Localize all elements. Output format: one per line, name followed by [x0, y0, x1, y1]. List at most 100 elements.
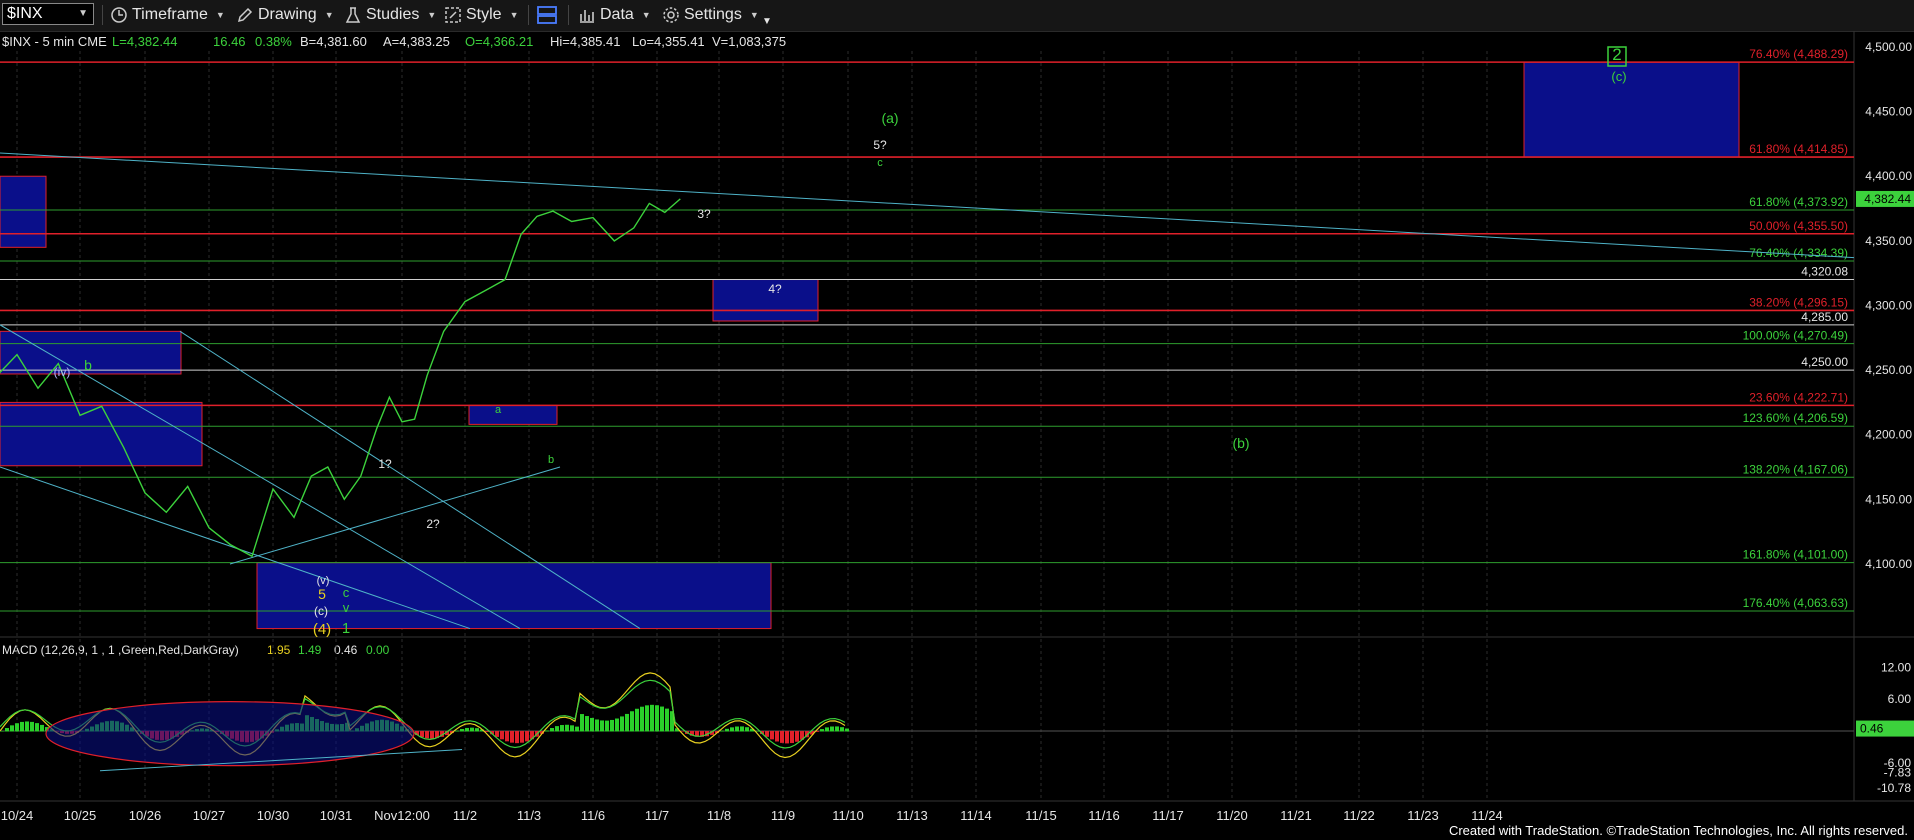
settings-button[interactable]: Settings ▼ [662, 4, 759, 26]
flask-icon [345, 7, 361, 23]
wave-label: 5? [873, 138, 887, 152]
more-options-icon[interactable]: ▼ [762, 10, 772, 32]
macd-histogram-bar [525, 731, 529, 742]
macd-histogram-bar [475, 728, 479, 732]
macd-histogram-bar [495, 731, 499, 737]
macd-histogram-bar [665, 708, 669, 732]
toolbar-divider [102, 5, 103, 25]
data-button[interactable]: Data ▼ [578, 4, 651, 26]
macd-signal-value: 1.49 [298, 643, 322, 657]
wave-label: (iv) [54, 365, 71, 379]
high-price: Hi=4,385.41 [550, 34, 620, 49]
chevron-down-icon: ▼ [215, 10, 225, 20]
wave-label: 5 [318, 586, 326, 602]
macd-histogram-bar [455, 730, 459, 732]
macd-histogram-bar [770, 731, 774, 740]
macd-histogram-bar [515, 731, 519, 744]
time-axis-label: 11/16 [1088, 808, 1120, 823]
macd-histogram-bar [500, 731, 504, 740]
price-level-label: 4,250.00 [1801, 355, 1848, 369]
target-zone-box [712, 279, 819, 322]
macd-histogram-bar [460, 729, 464, 732]
layout-button[interactable] [536, 4, 558, 26]
macd-histogram-bar [20, 721, 24, 732]
macd-histogram-bar [795, 731, 799, 742]
open-price: O=4,366.21 [465, 34, 533, 49]
wave-label: 2 [1612, 45, 1621, 64]
time-axis-label: 11/23 [1407, 808, 1439, 823]
macd-histogram-bar [555, 726, 559, 732]
bar-chart-icon [580, 10, 594, 23]
style-label: Style [466, 6, 502, 23]
wave-label: 2? [426, 517, 440, 531]
macd-histogram-bar [470, 727, 474, 732]
settings-label: Settings [684, 6, 742, 23]
time-axis-label: 11/13 [896, 808, 928, 823]
time-axis-label: 11/8 [707, 808, 731, 823]
macd-histogram-bar [625, 713, 629, 732]
target-zone-box [0, 401, 203, 467]
time-axis-label: 10/24 [1, 808, 34, 823]
time-axis-label: 11/24 [1471, 808, 1503, 823]
style-button[interactable]: Style ▼ [444, 4, 519, 26]
status-line: $INX - 5 min CME L=4,382.44 16.46 0.38% … [2, 34, 786, 49]
wave-label: (b) [1232, 435, 1249, 451]
studies-label: Studies [366, 6, 420, 23]
macd-histogram-bar [545, 730, 549, 732]
macd-histogram-bar [40, 724, 44, 732]
studies-button[interactable]: Studies ▼ [344, 4, 436, 26]
price-level-label: 176.40% (4,063.63) [1743, 596, 1848, 610]
macd-histogram-bar [425, 731, 429, 739]
time-axis-label: 11/20 [1216, 808, 1248, 823]
chevron-down-icon: ▼ [324, 10, 334, 20]
price-axis-tick: 4,400.00 [1865, 169, 1912, 183]
price-axis-tick: 4,350.00 [1865, 234, 1912, 248]
price-level-label: 100.00% (4,270.49) [1743, 329, 1848, 343]
timeframe-button[interactable]: Timeframe ▼ [110, 4, 225, 26]
wave-label: b [84, 357, 92, 373]
chart-area[interactable]: $INX - 5 min CME L=4,382.44 16.46 0.38% … [0, 31, 1914, 826]
price-axis-tick: 4,100.00 [1865, 557, 1912, 571]
pencil-icon [237, 7, 253, 23]
chevron-down-icon[interactable]: ▼ [78, 4, 88, 24]
toolbar-divider [528, 5, 529, 25]
price-level-label: 123.60% (4,206.59) [1743, 411, 1848, 425]
wave-label: (4) [313, 621, 331, 638]
macd-histogram-bar [590, 717, 594, 732]
pct-change: 0.38% [255, 34, 292, 49]
symbol-input[interactable]: $INX ▼ [2, 3, 94, 25]
macd-histogram-bar [595, 719, 599, 732]
price-axis-tick: 4,300.00 [1865, 298, 1912, 312]
gear-icon [663, 7, 679, 23]
time-axis-label: 10/25 [64, 808, 97, 823]
macd-histogram-bar [840, 727, 844, 732]
macd-histogram-bar [610, 719, 614, 732]
price-level-label: 38.20% (4,296.15) [1749, 295, 1848, 309]
toolbar-divider [568, 5, 569, 25]
chevron-down-icon: ▼ [749, 10, 759, 20]
wave-label: c [877, 157, 883, 169]
chevron-down-icon: ▼ [641, 10, 651, 20]
chevron-down-icon: ▼ [427, 10, 437, 20]
time-axis-label: 11/17 [1152, 808, 1184, 823]
time-axis-label: 10/30 [257, 808, 290, 823]
price-level-label: 138.20% (4,167.06) [1743, 462, 1848, 476]
time-axis-label: 11/7 [645, 808, 669, 823]
drawing-button[interactable]: Drawing ▼ [236, 4, 334, 26]
price-level-label: 76.40% (4,488.29) [1749, 47, 1848, 61]
macd-diff-value: 0.46 [334, 643, 358, 657]
macd-histogram-bar [560, 725, 564, 732]
macd-histogram-bar [430, 731, 434, 739]
price-level-label: 161.80% (4,101.00) [1743, 548, 1848, 562]
macd-histogram-bar [580, 714, 584, 732]
macd-histogram-bar [780, 731, 784, 743]
macd-histogram-bar [835, 726, 839, 732]
price-level-label: 4,285.00 [1801, 310, 1848, 324]
macd-histogram-bar [655, 705, 659, 732]
layout-icon [537, 6, 557, 24]
data-label: Data [600, 6, 634, 23]
macd-histogram-bar [510, 731, 514, 743]
macd-axis-tick: 12.00 [1881, 660, 1911, 674]
wave-label: (c) [314, 604, 328, 618]
wave-label: c [343, 585, 350, 600]
